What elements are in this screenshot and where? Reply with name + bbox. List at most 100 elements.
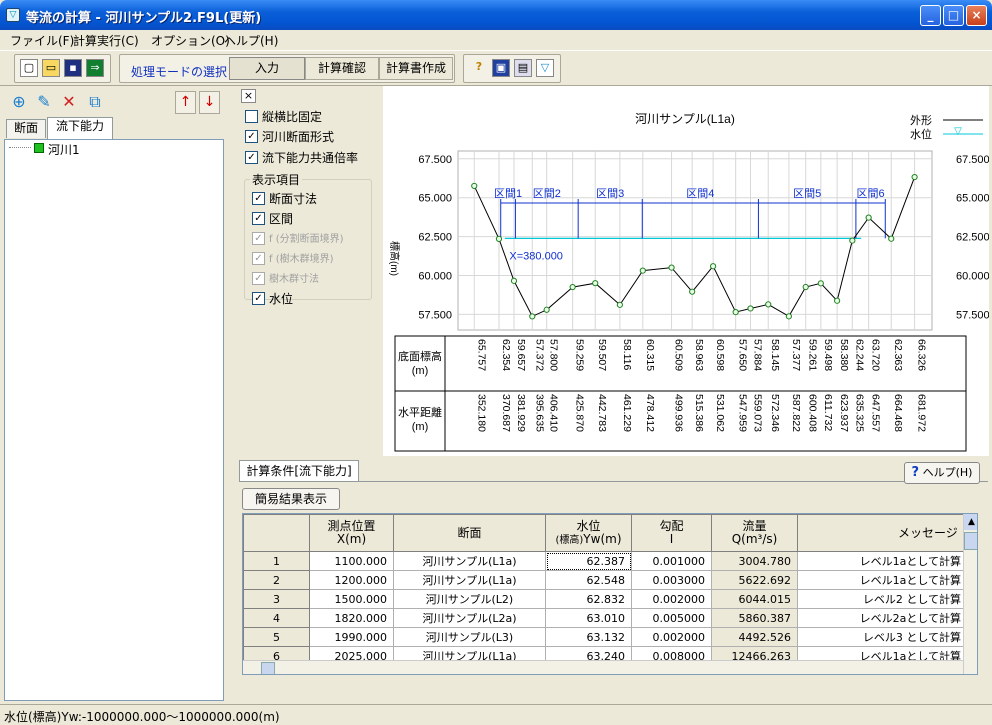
scroll-up-icon[interactable]: ▲ <box>964 514 977 530</box>
grid-cell[interactable]: 63.132 <box>545 627 632 647</box>
grid-cell[interactable]: 0.001000 <box>631 551 712 571</box>
tab-flow-capacity[interactable]: 流下能力 <box>47 117 113 139</box>
grid-cell[interactable]: 0.002000 <box>631 589 712 609</box>
grid-cell[interactable]: 河川サンプル(L1a) <box>393 551 546 571</box>
display-item-label-1: 区間 <box>269 212 294 226</box>
grid-cell[interactable]: 0.003000 <box>631 570 712 590</box>
grid-cell[interactable]: 1200.000 <box>309 570 394 590</box>
tree-item-river1[interactable]: 河川1 <box>48 141 80 158</box>
horizontal-scrollbar[interactable] <box>243 660 963 674</box>
grid-cell[interactable]: 5860.387 <box>711 608 798 628</box>
grid-cell[interactable]: 4492.526 <box>711 627 798 647</box>
display-item-checkbox-0[interactable]: ✓ <box>252 192 265 205</box>
export-icon[interactable]: ⇒ <box>86 59 104 77</box>
water-level-icon: ▽ <box>954 126 962 137</box>
grid-cell[interactable]: 河川サンプル(L2) <box>393 589 546 609</box>
grid-cell[interactable]: 1820.000 <box>309 608 394 628</box>
y-tick-left: 67.500 <box>418 154 452 166</box>
grid-cell: 1 <box>243 551 310 571</box>
grid-cell[interactable]: 1100.000 <box>309 551 394 571</box>
copy-icon[interactable]: ⧉ <box>84 91 106 113</box>
display-item-checkbox-1[interactable]: ✓ <box>252 212 265 225</box>
menu-calc[interactable]: 計算実行(C) <box>73 32 139 49</box>
grid-cell[interactable]: 63.010 <box>545 608 632 628</box>
grid-cell[interactable]: レベル1aとして計算 <box>797 551 968 571</box>
grid-header-0[interactable]: 測点位置 X(m) <box>309 514 394 552</box>
grid-header-row: 測点位置 X(m) 断面 水位 (標高)Yw(m) 勾配 I 流量 Q(m³/s) メッセージ <box>243 514 968 552</box>
close-button[interactable]: × <box>966 5 987 26</box>
grid-cell: 3 <box>243 589 310 609</box>
grid-cell[interactable]: 河川サンプル(L3) <box>393 627 546 647</box>
outline-point <box>785 313 792 320</box>
menu-option[interactable]: オプション(O) <box>151 32 230 49</box>
book-icon[interactable]: ▣ <box>492 59 510 77</box>
elev-value: 60.509 <box>673 339 685 371</box>
dist-value: 442.783 <box>596 394 608 432</box>
menu-file[interactable]: ファイル(F) <box>10 32 74 49</box>
display-item-label-4: 樹木群寸法 <box>269 274 319 285</box>
question-icon[interactable]: ? <box>470 59 488 77</box>
delete-icon[interactable]: ✕ <box>58 91 80 113</box>
display-item-checkbox-5[interactable]: ✓ <box>252 292 265 305</box>
y-axis-label: 標高(m) <box>388 241 401 276</box>
save-icon[interactable]: ▪ <box>64 59 82 77</box>
move-up-button[interactable]: ↑ <box>175 91 196 114</box>
help-button[interactable]: ? ヘルプ(H) <box>904 462 980 484</box>
toolbar: ▢ ▭ ▪ ⇒ 処理モードの選択 入力 計算確認 計算書作成 ? ▣ ▤ ▽ <box>0 50 992 86</box>
chart-title: 河川サンプル(L1a) <box>635 112 735 126</box>
tab-input[interactable]: 入力 <box>229 57 305 80</box>
grid-cell[interactable]: レベル2aとして計算 <box>797 608 968 628</box>
scroll-thumb[interactable] <box>964 532 977 550</box>
grid-cell[interactable]: 3004.780 <box>711 551 798 571</box>
tab-report[interactable]: 計算書作成 <box>379 57 453 80</box>
grid-cell[interactable]: レベル3 として計算 <box>797 627 968 647</box>
tab-calc-check[interactable]: 計算確認 <box>305 57 379 80</box>
maximize-button[interactable]: □ <box>943 5 964 26</box>
simple-result-button[interactable]: 簡易結果表示 <box>242 488 340 510</box>
minimize-button[interactable]: _ <box>920 5 941 26</box>
water-icon[interactable]: ▽ <box>536 59 554 77</box>
elev-value: 63.720 <box>870 339 882 371</box>
bottom-tab-bar: 計算条件[流下能力] ? ヘルプ(H) <box>236 458 992 486</box>
grid-cell[interactable]: 1500.000 <box>309 589 394 609</box>
close-panel-button[interactable]: × <box>241 89 256 103</box>
x-annotation: X=380.000 <box>509 250 563 262</box>
dist-value: 406.410 <box>548 394 560 432</box>
common-rate-checkbox[interactable]: ✓ <box>245 151 258 164</box>
grid-cell[interactable]: 1990.000 <box>309 627 394 647</box>
grid-cell[interactable]: レベル2 として計算 <box>797 589 968 609</box>
tab-section[interactable]: 断面 <box>6 119 46 138</box>
menu-help[interactable]: ヘルプ(H) <box>224 32 278 49</box>
grid-cell[interactable]: 0.005000 <box>631 608 712 628</box>
grid-header-2[interactable]: 水位 (標高)Yw(m) <box>545 514 632 552</box>
id-card-icon[interactable]: ▤ <box>514 59 532 77</box>
tab-calc-conditions[interactable]: 計算条件[流下能力] <box>239 460 359 482</box>
grid-cell[interactable]: 0.002000 <box>631 627 712 647</box>
grid-header-4[interactable]: 流量 Q(m³/s) <box>711 514 798 552</box>
edit-icon[interactable]: ✎ <box>33 91 55 113</box>
grid-cell: 2 <box>243 570 310 590</box>
fixed-ratio-label: 縦横比固定 <box>262 110 323 124</box>
open-folder-icon[interactable]: ▭ <box>42 59 60 77</box>
new-file-icon[interactable]: ▢ <box>20 59 38 77</box>
grid-cell[interactable]: 62.832 <box>545 589 632 609</box>
grid-header-1[interactable]: 断面 <box>393 514 546 552</box>
add-icon[interactable]: ⊕ <box>8 91 30 113</box>
move-down-button[interactable]: ↓ <box>199 91 220 114</box>
grid-cell[interactable]: 62.548 <box>545 570 632 590</box>
fixed-ratio-checkbox[interactable] <box>245 110 258 123</box>
grid-cell[interactable]: 河川サンプル(L2a) <box>393 608 546 628</box>
grid-cell[interactable]: 62.387 <box>545 551 632 571</box>
vertical-scrollbar[interactable]: ▲ <box>963 514 977 674</box>
window-title: 等流の計算 - 河川サンプル2.F9L(更新) <box>26 11 262 26</box>
h-scroll-thumb[interactable] <box>261 662 275 674</box>
grid-cell[interactable]: 6044.015 <box>711 589 798 609</box>
grid-header-3[interactable]: 勾配 I <box>631 514 712 552</box>
grid-cell[interactable]: レベル1aとして計算 <box>797 570 968 590</box>
grid-cell[interactable]: 5622.692 <box>711 570 798 590</box>
river-shape-checkbox[interactable]: ✓ <box>245 130 258 143</box>
table-row: 5 1990.000 河川サンプル(L3) 63.132 0.002000 4492.52… <box>243 627 968 647</box>
elev-value: 58.145 <box>769 339 781 371</box>
grid-cell[interactable]: 河川サンプル(L1a) <box>393 570 546 590</box>
grid-header-5[interactable]: メッセージ <box>797 514 968 552</box>
